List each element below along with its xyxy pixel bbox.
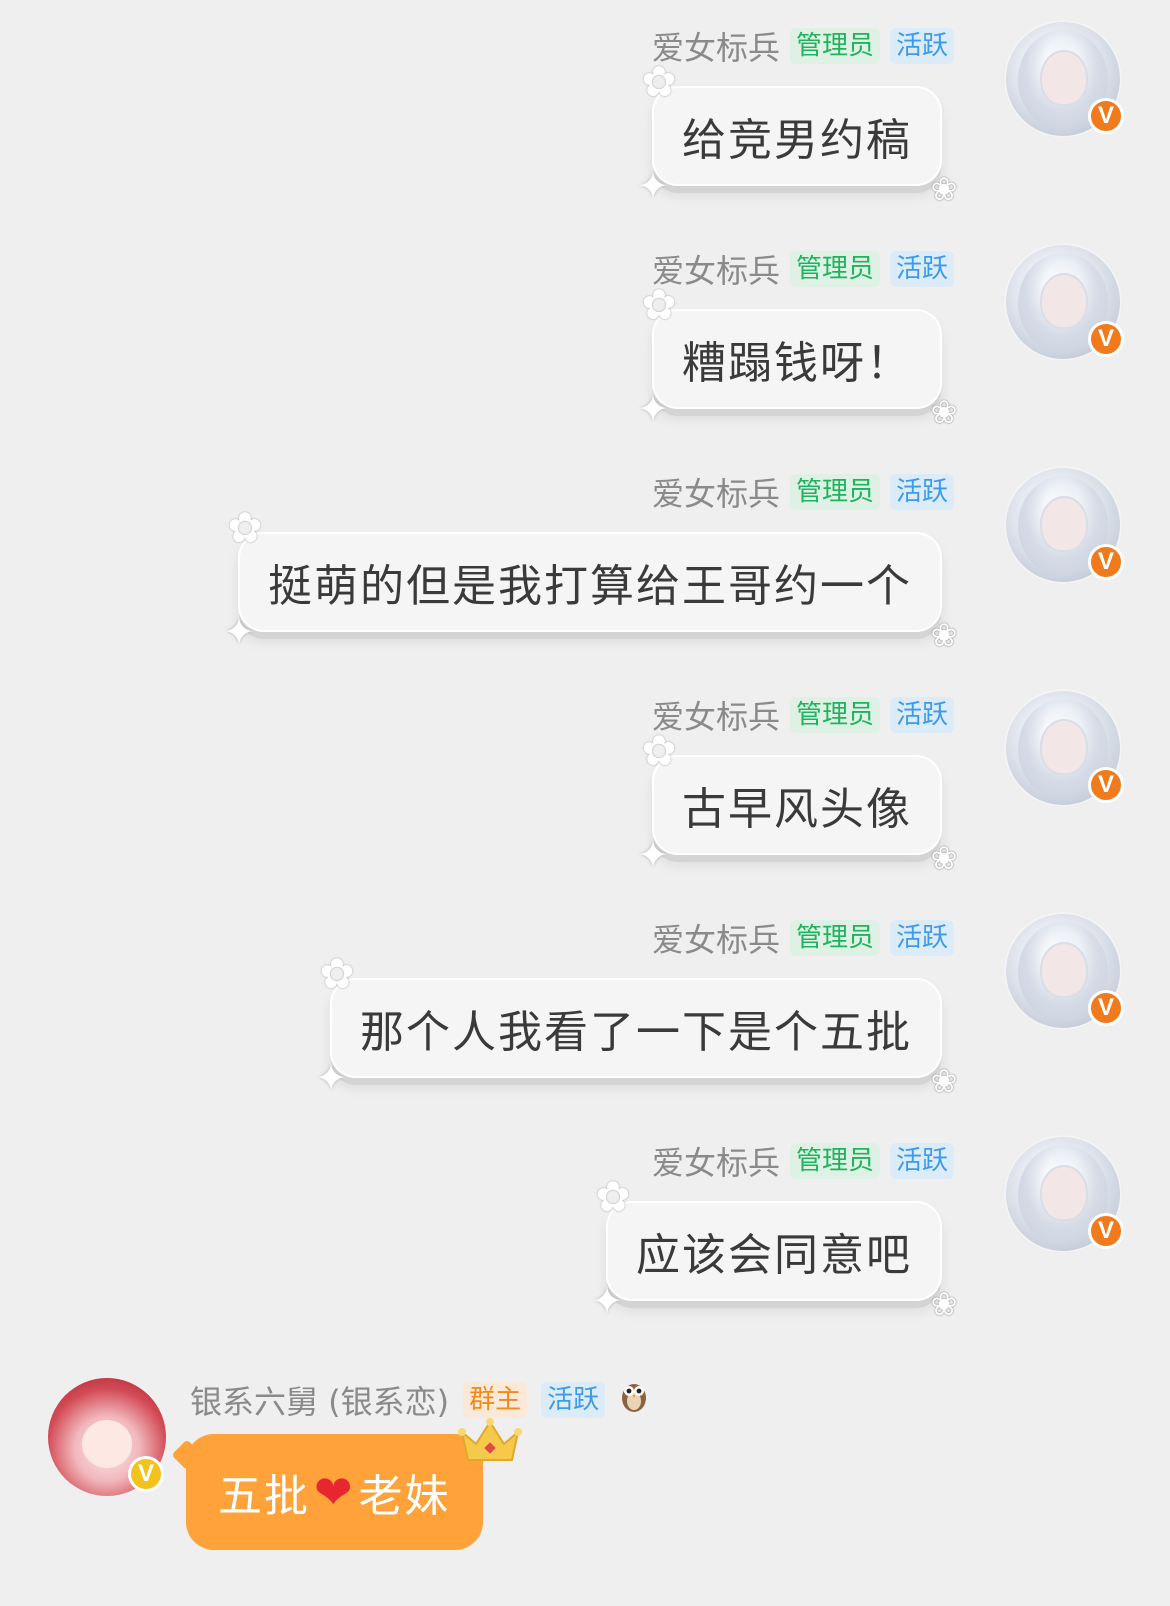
sparkle-icon: ✦ — [637, 387, 671, 431]
chat-message: 爱女标兵 管理员 活跃 应该会同意吧 ✿ ✦ ❀ V — [0, 1135, 1170, 1363]
admin-tag: 管理员 — [789, 1143, 880, 1179]
crown-icon — [458, 1418, 522, 1466]
message-text-after: 老妹 — [358, 1471, 451, 1522]
paw-icon: ❀ — [930, 393, 960, 431]
admin-tag: 管理员 — [789, 920, 880, 956]
verified-badge: V — [1088, 544, 1124, 580]
paw-icon: ❀ — [930, 839, 960, 877]
verified-badge: V — [1088, 1213, 1124, 1249]
active-tag: 活跃 — [889, 920, 954, 956]
message-bubble[interactable]: 应该会同意吧 ✿ ✦ ❀ — [591, 1176, 957, 1324]
sparkle-icon: ✦ — [315, 1056, 349, 1100]
verified-badge: V — [1088, 990, 1124, 1026]
verified-badge: V — [1088, 98, 1124, 134]
chat-message: 爱女标兵 管理员 活跃 古早风头像 ✿ ✦ ❀ V — [0, 689, 1170, 917]
message-text: 那个人我看了一下是个五批 — [360, 1007, 912, 1058]
message-bubble[interactable]: 给竞男约稿 ✿ ✦ ❀ — [637, 61, 957, 209]
chat-message-incoming: V 银系六舅 (银系恋) 群主 活跃 五批 ❤ 老妹 — [0, 1378, 700, 1578]
message-text-before: 五批 — [218, 1471, 310, 1522]
message-text: 古早风头像 — [682, 784, 912, 835]
message-bubble[interactable]: 五批 ❤ 老妹 — [186, 1434, 483, 1550]
admin-tag: 管理员 — [789, 474, 880, 510]
star-icon: ✿ — [641, 280, 679, 329]
sparkle-icon: ✦ — [637, 833, 671, 877]
chat-message: 爱女标兵 管理员 活跃 挺萌的但是我打算给王哥约一个 ✿ ✦ ❀ V — [0, 466, 1170, 694]
star-icon: ✿ — [595, 1172, 633, 1221]
verified-badge: V — [1088, 767, 1124, 803]
chat-message: 爱女标兵 管理员 活跃 给竞男约稿 ✿ ✦ ❀ V — [0, 20, 1170, 248]
heart-icon: ❤ — [314, 1465, 355, 1519]
active-tag: 活跃 — [889, 474, 954, 510]
sender-meta: 银系六舅 (银系恋) 群主 活跃 — [190, 1377, 649, 1423]
star-icon: ✿ — [319, 949, 357, 998]
sender-meta: 爱女标兵 管理员 活跃 — [652, 1138, 954, 1184]
chat-message: 爱女标兵 管理员 活跃 那个人我看了一下是个五批 ✿ ✦ ❀ V — [0, 912, 1170, 1140]
message-bubble[interactable]: 挺萌的但是我打算给王哥约一个 ✿ ✦ ❀ — [223, 507, 957, 655]
sender-meta: 爱女标兵 管理员 活跃 — [652, 26, 954, 67]
sender-meta: 爱女标兵 管理员 活跃 — [652, 695, 954, 736]
message-text: 给竞男约稿 — [682, 115, 912, 166]
star-icon: ✿ — [641, 57, 679, 106]
active-tag: 活跃 — [889, 251, 954, 287]
star-icon: ✿ — [227, 503, 265, 552]
message-bubble[interactable]: 糟蹋钱呀！ ✿ ✦ ❀ — [637, 284, 957, 432]
sender-meta: 爱女标兵 管理员 活跃 — [652, 469, 954, 515]
paw-icon: ❀ — [930, 1285, 960, 1323]
sender-name[interactable]: 爱女标兵 — [652, 469, 780, 515]
admin-tag: 管理员 — [789, 251, 880, 287]
chat-message: 爱女标兵 管理员 活跃 糟蹋钱呀！ ✿ ✦ ❀ V — [0, 243, 1170, 471]
admin-tag: 管理员 — [789, 28, 880, 64]
paw-icon: ❀ — [930, 616, 960, 654]
active-tag: 活跃 — [889, 697, 954, 733]
owner-tag: 群主 — [463, 1382, 528, 1418]
message-bubble[interactable]: 古早风头像 ✿ ✦ ❀ — [637, 730, 957, 878]
paw-icon: ❀ — [930, 1062, 960, 1100]
sender-name[interactable]: 爱女标兵 — [652, 1138, 780, 1184]
message-bubble[interactable]: 那个人我看了一下是个五批 ✿ ✦ ❀ — [315, 953, 957, 1101]
star-icon: ✿ — [641, 726, 679, 775]
paw-icon: ❀ — [930, 170, 960, 208]
sender-name[interactable]: 爱女标兵 — [652, 915, 780, 961]
sender-name[interactable]: 银系六舅 (银系恋) — [190, 1377, 449, 1423]
admin-tag: 管理员 — [789, 697, 880, 733]
message-text: 糟蹋钱呀！ — [682, 338, 912, 389]
active-tag: 活跃 — [541, 1382, 606, 1418]
sender-meta: 爱女标兵 管理员 活跃 — [652, 249, 954, 290]
message-text: 应该会同意吧 — [636, 1230, 912, 1281]
sender-meta: 爱女标兵 管理员 活跃 — [652, 915, 954, 961]
verified-badge: V — [1088, 321, 1124, 357]
verified-badge: V — [128, 1456, 164, 1492]
owl-icon — [619, 1379, 649, 1421]
active-tag: 活跃 — [889, 28, 954, 64]
sparkle-icon: ✦ — [591, 1279, 625, 1323]
sparkle-icon: ✦ — [637, 164, 671, 208]
active-tag: 活跃 — [889, 1143, 954, 1179]
sparkle-icon: ✦ — [223, 610, 257, 654]
message-text: 挺萌的但是我打算给王哥约一个 — [268, 561, 912, 612]
